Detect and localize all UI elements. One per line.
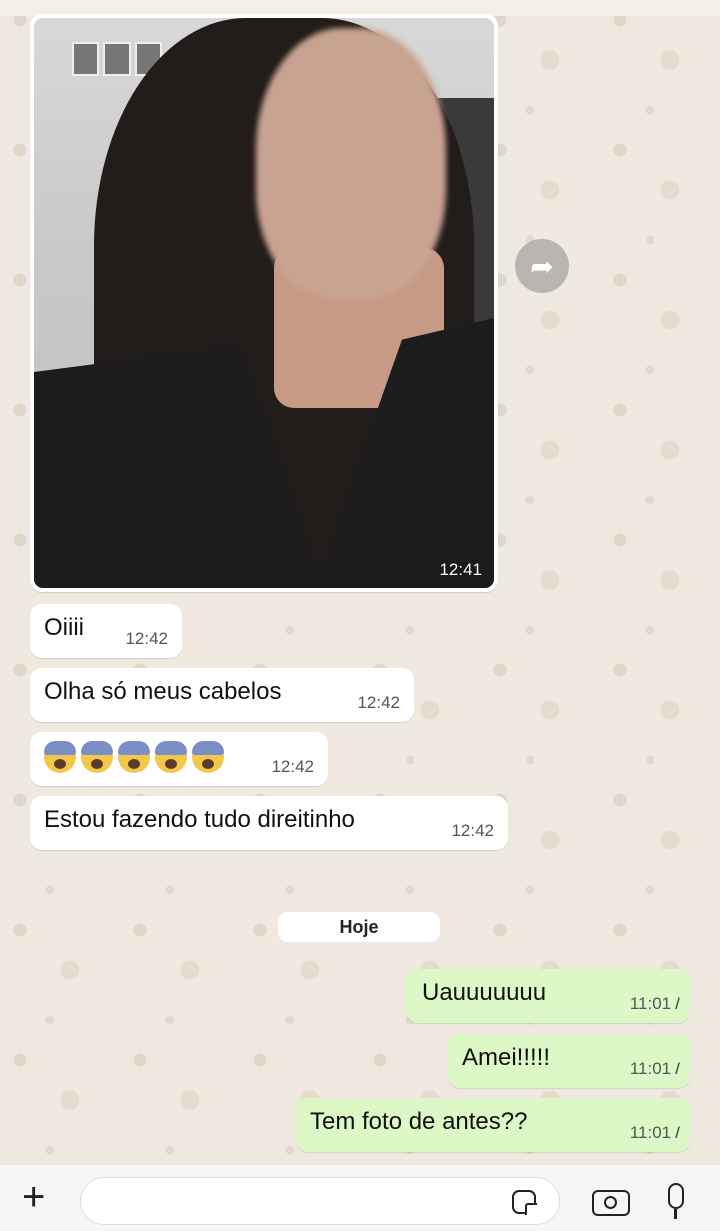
double-check-icon: // (675, 1125, 679, 1142)
camera-icon[interactable] (592, 1190, 630, 1216)
message-time: 12:42 (271, 757, 314, 776)
screaming-face-emoji-icon (155, 741, 187, 773)
day-separator: Hoje (278, 912, 440, 942)
message-time: 12:42 (451, 821, 494, 840)
forward-arrow-icon[interactable]: ➦ (515, 239, 569, 293)
incoming-message[interactable]: Olha só meus cabelos 12:42 (30, 668, 414, 722)
message-input-bar: + (0, 1165, 720, 1231)
photo-message[interactable]: 12:41 (30, 14, 498, 592)
message-meta: 11:01// (629, 1059, 680, 1079)
double-check-icon: // (675, 1061, 679, 1078)
message-meta: 11:01// (629, 1123, 680, 1143)
message-input[interactable] (80, 1177, 560, 1225)
screaming-face-emoji-icon (192, 741, 224, 773)
screaming-face-emoji-icon (81, 741, 113, 773)
message-meta: 11:01// (629, 994, 680, 1014)
message-time: 12:42 (357, 693, 400, 712)
message-text: Estou fazendo tudo direitinho (44, 806, 355, 833)
message-text: Tem foto de antes?? (310, 1108, 528, 1135)
message-text: Amei!!!!! (462, 1044, 551, 1071)
photo-time: 12:41 (439, 560, 482, 579)
screaming-face-emoji-icon (118, 741, 150, 773)
incoming-message[interactable]: Estou fazendo tudo direitinho 12:42 (30, 796, 508, 850)
incoming-emoji-message[interactable]: 12:42 (30, 732, 328, 786)
photo-blurred-face (256, 28, 446, 298)
message-time: 11:01 (629, 994, 672, 1013)
message-text: Uauuuuuuu (422, 979, 547, 1006)
plus-icon[interactable]: + (22, 1177, 45, 1217)
screaming-face-emoji-icon (44, 741, 76, 773)
received-photo[interactable]: 12:41 (34, 18, 494, 588)
message-text: Olha só meus cabelos (44, 678, 282, 705)
message-text: Oiiii (44, 614, 84, 641)
message-time: 11:01 (629, 1123, 672, 1142)
incoming-message[interactable]: Oiiii 12:42 (30, 604, 182, 658)
outgoing-message[interactable]: Uauuuuuuu 11:01// (406, 969, 690, 1023)
sticker-icon[interactable] (512, 1190, 537, 1215)
outgoing-message[interactable]: Tem foto de antes?? 11:01// (296, 1098, 690, 1152)
double-check-icon: // (675, 996, 679, 1013)
outgoing-message[interactable]: Amei!!!!! 11:01// (448, 1034, 690, 1088)
message-time: 11:01 (629, 1059, 672, 1078)
microphone-icon[interactable] (668, 1183, 684, 1219)
message-time: 12:42 (125, 629, 168, 648)
